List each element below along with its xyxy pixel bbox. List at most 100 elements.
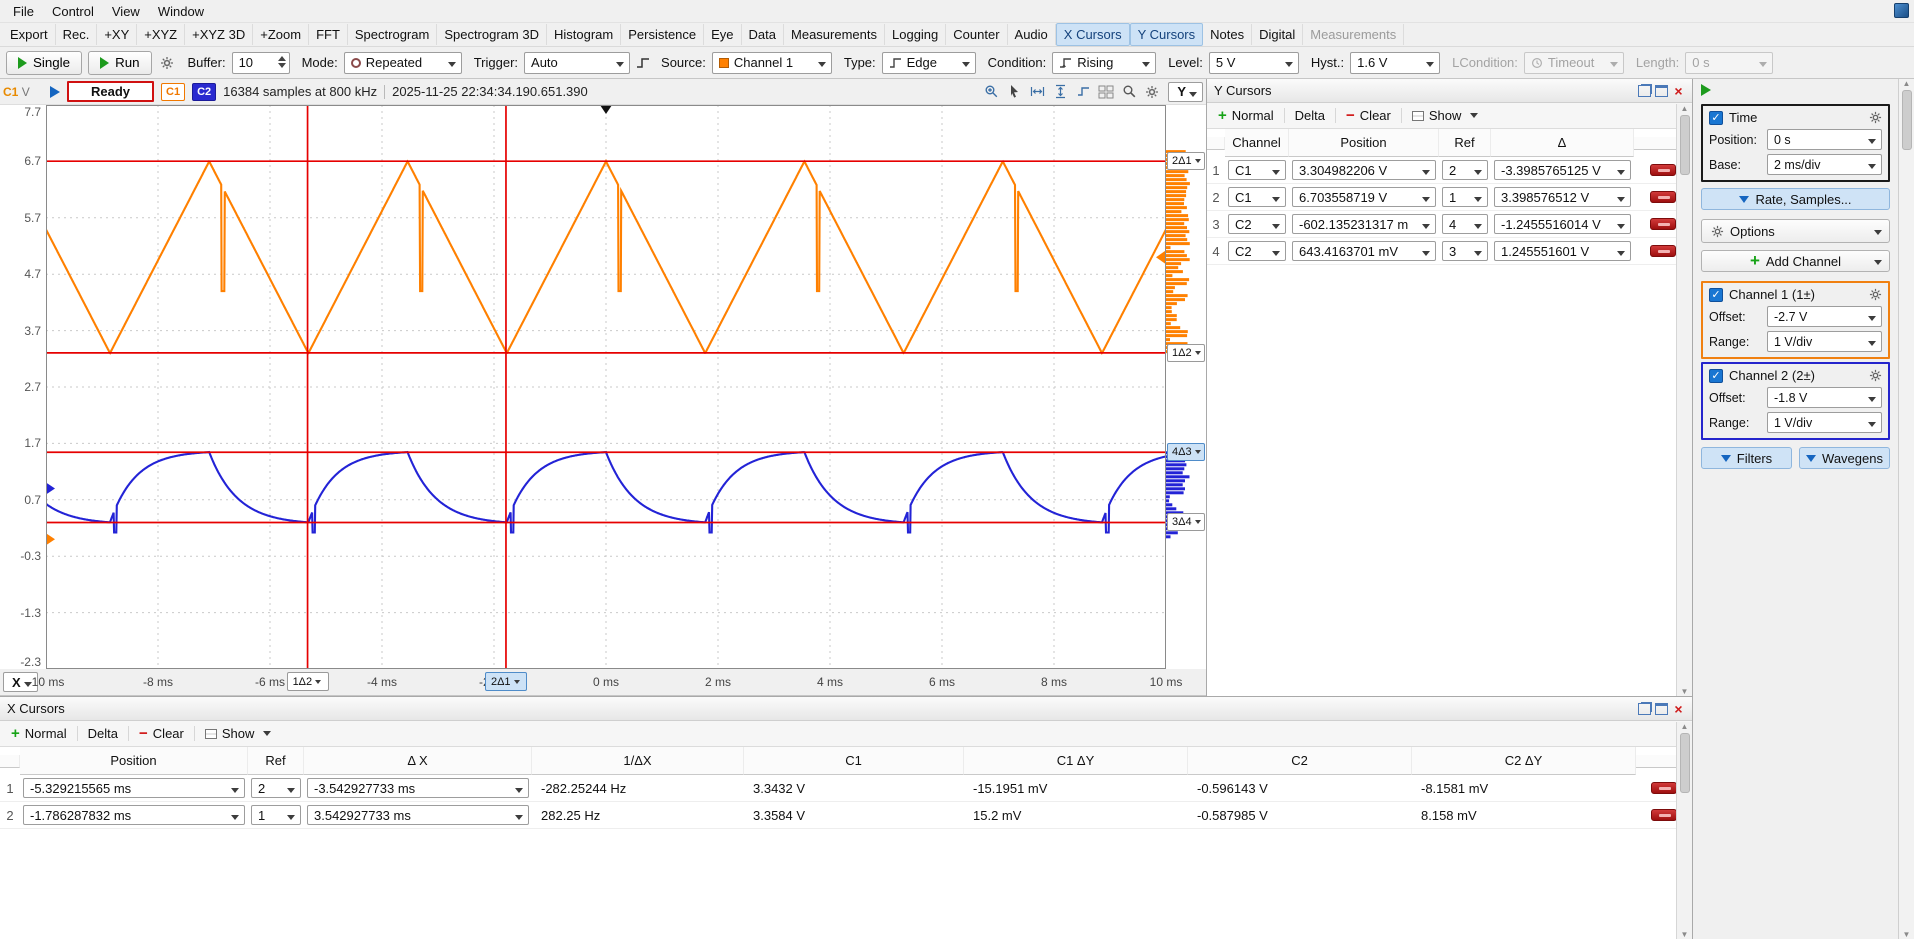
rate-samples-button[interactable]: Rate, Samples...	[1701, 188, 1890, 210]
edge-align-icon[interactable]	[1074, 83, 1092, 101]
cursor-delta-select[interactable]: 3.398576512 V	[1494, 187, 1631, 207]
cursor-position-select[interactable]: 6.703558719 V	[1292, 187, 1436, 207]
show-menu-button[interactable]: Show	[200, 724, 277, 743]
add-normal-cursor-button[interactable]: +Normal	[6, 724, 72, 743]
float-window-icon[interactable]	[1638, 85, 1651, 97]
hysteresis-select[interactable]: 1.6 V	[1350, 52, 1440, 74]
cursor-delta-select[interactable]: -3.3985765125 V	[1494, 160, 1631, 180]
tab-data[interactable]: Data	[742, 24, 784, 45]
single-button[interactable]: Single	[6, 51, 82, 75]
tab-spectrogram[interactable]: Spectrogram	[348, 24, 437, 45]
cursor-delta-select[interactable]: -1.2455516014 V	[1494, 214, 1631, 234]
run-button[interactable]: Run	[88, 51, 151, 75]
remove-cursor-button[interactable]	[1650, 245, 1676, 257]
cursor-ref-select[interactable]: 1	[1442, 187, 1488, 207]
channel2-range-select[interactable]: 1 V/div	[1767, 412, 1882, 433]
tab-xyz[interactable]: +XYZ	[137, 24, 185, 45]
menu-control[interactable]: Control	[43, 2, 103, 21]
time-base-select[interactable]: 2 ms/div	[1767, 154, 1882, 175]
tab-counter[interactable]: Counter	[946, 24, 1007, 45]
scroll-up-icon[interactable]: ▲	[1903, 79, 1911, 88]
tab-rec[interactable]: Rec.	[56, 24, 98, 45]
y-cursor-box-3d4[interactable]: 3Δ4	[1167, 513, 1205, 531]
clear-cursors-button[interactable]: −Clear	[1341, 106, 1396, 125]
mode-select[interactable]: Repeated	[344, 52, 462, 74]
clear-cursors-button[interactable]: −Clear	[134, 724, 189, 743]
scroll-down-icon[interactable]: ▼	[1681, 930, 1689, 939]
tab-fft[interactable]: FFT	[309, 24, 348, 45]
tab-zoom[interactable]: +Zoom	[253, 24, 309, 45]
scroll-thumb[interactable]	[1680, 733, 1690, 793]
scroll-thumb[interactable]	[1902, 90, 1912, 150]
delta-toggle[interactable]: Delta	[83, 724, 123, 743]
cursor-position-select[interactable]: -1.786287832 ms	[23, 805, 245, 825]
cursor-ref-select[interactable]: 2	[251, 778, 301, 798]
show-menu-button[interactable]: Show	[1407, 106, 1484, 125]
trigger-select[interactable]: Auto	[524, 52, 630, 74]
cursor-ref-select[interactable]: 1	[251, 805, 301, 825]
channel1-offset-select[interactable]: -2.7 V	[1767, 306, 1882, 327]
cursor-position-select[interactable]: -602.135231317 m	[1292, 214, 1436, 234]
cursor-dx-select[interactable]: 3.542927733 ms	[307, 805, 529, 825]
channel2-enabled-checkbox[interactable]: ✓	[1709, 369, 1723, 383]
acquisition-gear-icon[interactable]	[158, 54, 176, 72]
y-cursor-box-2d1[interactable]: 2Δ1	[1167, 152, 1205, 170]
waveform-plot[interactable]	[46, 105, 1166, 669]
float-window-icon[interactable]	[1638, 703, 1651, 715]
fit-width-icon[interactable]	[1028, 83, 1046, 101]
gear-icon[interactable]	[1868, 111, 1882, 124]
gear-icon[interactable]	[1868, 288, 1882, 301]
x-cursor-box-1d2[interactable]: 1Δ2	[287, 672, 329, 691]
remove-cursor-button[interactable]	[1650, 164, 1676, 176]
add-channel-button[interactable]: + Add Channel	[1701, 250, 1890, 272]
menu-view[interactable]: View	[103, 2, 149, 21]
tab-histogram[interactable]: Histogram	[547, 24, 621, 45]
close-window-icon[interactable]: ×	[1672, 85, 1685, 97]
x-cursors-scrollbar[interactable]: ▲ ▼	[1676, 722, 1692, 939]
tab-export[interactable]: Export	[3, 24, 56, 45]
quad-view-icon[interactable]	[1097, 83, 1115, 101]
cursor-channel-select[interactable]: C1	[1228, 187, 1286, 207]
cursor-channel-select[interactable]: C2	[1228, 214, 1286, 234]
pointer-icon[interactable]	[1005, 83, 1023, 101]
cursor-ref-select[interactable]: 3	[1442, 241, 1488, 261]
tab-audio[interactable]: Audio	[1008, 24, 1056, 45]
remove-cursor-button[interactable]	[1650, 191, 1676, 203]
settings-scrollbar[interactable]: ▲ ▼	[1898, 79, 1914, 939]
condition-select[interactable]: Rising	[1052, 52, 1156, 74]
wavegens-button[interactable]: Wavegens	[1799, 447, 1890, 469]
scroll-up-icon[interactable]: ▲	[1681, 722, 1689, 731]
y-cursors-scrollbar[interactable]: ▲ ▼	[1676, 104, 1692, 696]
cursor-delta-select[interactable]: 1.245551601 V	[1494, 241, 1631, 261]
cursor-dx-select[interactable]: -3.542927733 ms	[307, 778, 529, 798]
tab-x-cursors[interactable]: X Cursors	[1056, 23, 1130, 46]
cursor-position-select[interactable]: 3.304982206 V	[1292, 160, 1436, 180]
tab-persistence[interactable]: Persistence	[621, 24, 704, 45]
level-select[interactable]: 5 V	[1209, 52, 1299, 74]
menu-file[interactable]: File	[4, 2, 43, 21]
filters-button[interactable]: Filters	[1701, 447, 1792, 469]
channel1-badge[interactable]: C1	[161, 83, 185, 101]
remove-cursor-button[interactable]	[1651, 809, 1677, 821]
cursor-channel-select[interactable]: C2	[1228, 241, 1286, 261]
add-normal-cursor-button[interactable]: +Normal	[1213, 106, 1279, 125]
tab-y-cursors[interactable]: Y Cursors	[1130, 23, 1204, 46]
app-icon[interactable]	[1894, 3, 1909, 18]
channel1-enabled-checkbox[interactable]: ✓	[1709, 288, 1723, 302]
channel2-badge[interactable]: C2	[192, 83, 216, 101]
maximize-window-icon[interactable]	[1655, 703, 1668, 715]
collapse-panel-icon[interactable]	[1701, 84, 1711, 96]
channel1-range-select[interactable]: 1 V/div	[1767, 331, 1882, 352]
time-position-select[interactable]: 0 s	[1767, 129, 1882, 150]
scroll-down-icon[interactable]: ▼	[1681, 687, 1689, 696]
y-axis-menu-button[interactable]: Y	[1168, 82, 1203, 102]
tab-logging[interactable]: Logging	[885, 24, 946, 45]
spinner-arrows-icon[interactable]	[278, 56, 286, 68]
maximize-window-icon[interactable]	[1655, 85, 1668, 97]
delta-toggle[interactable]: Delta	[1290, 106, 1330, 125]
zoom-icon[interactable]	[1120, 83, 1138, 101]
y-cursor-box-1d2[interactable]: 1Δ2	[1167, 344, 1205, 362]
y-cursor-box-4d3[interactable]: 4Δ3	[1167, 443, 1205, 461]
tab-digital[interactable]: Digital	[1252, 24, 1303, 45]
cursor-ref-select[interactable]: 2	[1442, 160, 1488, 180]
